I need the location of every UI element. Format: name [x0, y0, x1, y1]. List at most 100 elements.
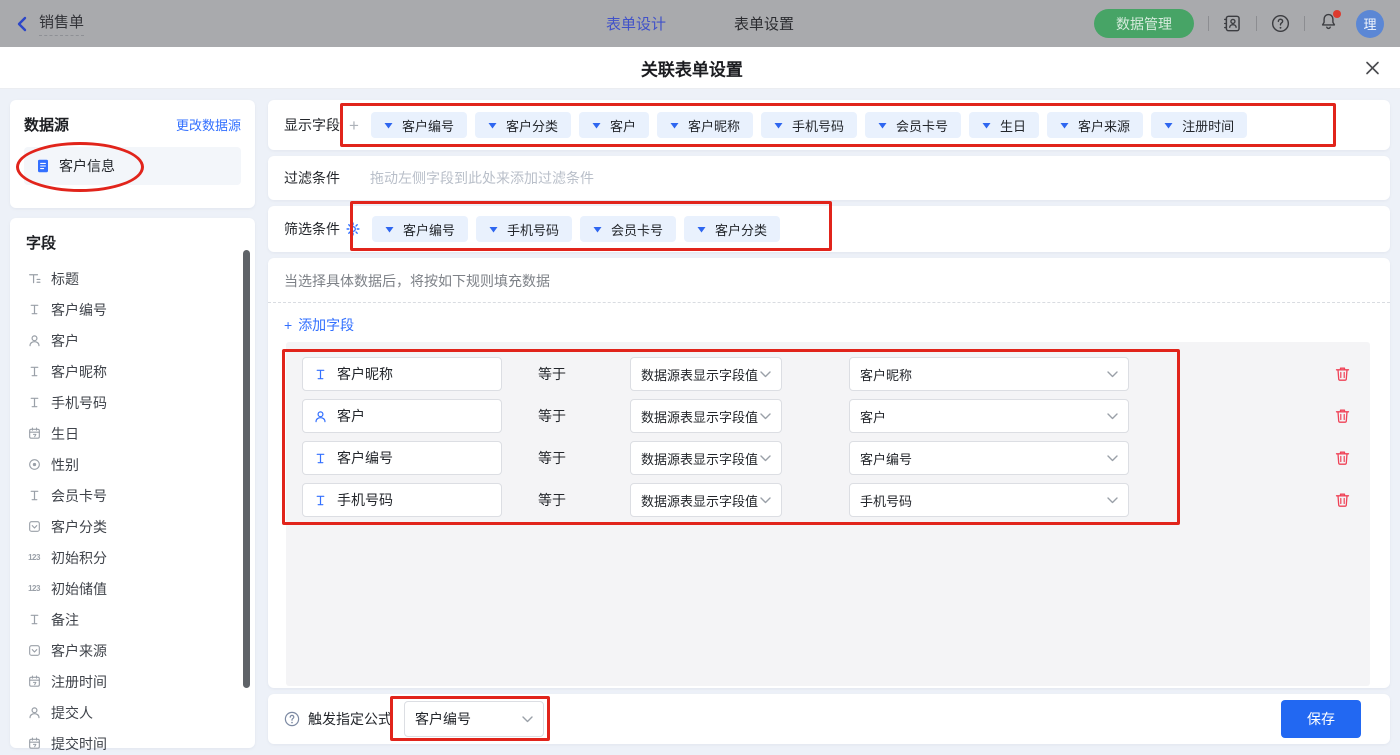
field-chip[interactable]: 客户昵称: [657, 112, 753, 138]
rule-value-select[interactable]: 手机号码: [849, 483, 1129, 517]
trash-icon[interactable]: [1335, 408, 1350, 424]
chip-label: 会员卡号: [896, 116, 948, 135]
chip-label: 客户编号: [403, 220, 455, 239]
save-button[interactable]: 保存: [1281, 700, 1361, 738]
rule-operator: 等于: [538, 364, 570, 384]
rule-field-label: 客户编号: [337, 448, 393, 468]
field-chip[interactable]: 注册时间: [1151, 112, 1247, 138]
trash-icon[interactable]: [1335, 492, 1350, 508]
chevron-down-icon: [1107, 413, 1118, 420]
rule-target-field[interactable]: 手机号码: [302, 483, 502, 517]
chip-label: 客户来源: [1078, 116, 1130, 135]
field-chip[interactable]: 客户: [579, 112, 649, 138]
field-chip[interactable]: 客户编号: [371, 112, 467, 138]
filter-drop-placeholder[interactable]: 拖动左侧字段到此处来添加过滤条件: [370, 168, 594, 188]
field-chip[interactable]: 手机号码: [476, 216, 572, 242]
fill-rule-row: 手机号码 等于 数据源表显示字段值 手机号码: [302, 483, 1370, 517]
field-chip[interactable]: 客户分类: [684, 216, 780, 242]
rule-value-select[interactable]: 客户: [849, 399, 1129, 433]
field-chip[interactable]: 生日: [969, 112, 1039, 138]
field-type-icon: [26, 644, 42, 657]
sidebar-field-item[interactable]: 提交时间: [10, 728, 255, 755]
modal-header: 关联表单设置: [0, 47, 1400, 89]
fill-rule-row: 客户 等于 数据源表显示字段值 客户: [302, 399, 1370, 433]
chevron-down-icon: [760, 497, 771, 504]
rule-source-value: 数据源表显示字段值: [641, 407, 758, 426]
rule-source-select[interactable]: 数据源表显示字段值: [630, 441, 782, 475]
form-title[interactable]: 销售单: [39, 11, 84, 36]
field-label: 提交人: [51, 703, 93, 723]
add-display-field-button[interactable]: +: [349, 117, 359, 134]
change-datasource-link[interactable]: 更改数据源: [176, 115, 241, 134]
field-chip[interactable]: 客户分类: [475, 112, 571, 138]
back-button[interactable]: 销售单: [16, 11, 84, 36]
rule-source-select[interactable]: 数据源表显示字段值: [630, 399, 782, 433]
sidebar-field-item[interactable]: 生日: [10, 418, 255, 449]
triangle-down-icon: [489, 226, 498, 233]
field-chip[interactable]: 客户来源: [1047, 112, 1143, 138]
sidebar-field-item[interactable]: 标题: [10, 263, 255, 294]
topbar-tabs: 表单设计 表单设置: [606, 0, 794, 47]
rule-source-select[interactable]: 数据源表显示字段值: [630, 483, 782, 517]
field-type-icon: [26, 303, 42, 316]
chevron-down-icon: [1107, 497, 1118, 504]
tab-form-design[interactable]: 表单设计: [606, 13, 666, 34]
field-chip[interactable]: 手机号码: [761, 112, 857, 138]
user-avatar[interactable]: 理: [1356, 10, 1384, 38]
sidebar-field-item[interactable]: 注册时间: [10, 666, 255, 697]
field-type-icon: [26, 613, 42, 626]
field-type-icon: 123: [26, 553, 42, 562]
scrollbar-thumb[interactable]: [243, 250, 250, 688]
sidebar-field-item[interactable]: 会员卡号: [10, 480, 255, 511]
triangle-down-icon: [670, 122, 679, 129]
sidebar-field-item[interactable]: 客户分类: [10, 511, 255, 542]
sidebar-field-item[interactable]: 备注: [10, 604, 255, 635]
field-type-icon: 123: [26, 584, 42, 593]
field-type-icon: [313, 452, 328, 465]
contacts-icon[interactable]: [1223, 14, 1242, 33]
rule-value-select[interactable]: 客户编号: [849, 441, 1129, 475]
field-type-icon: [26, 272, 42, 285]
tab-form-settings[interactable]: 表单设置: [734, 13, 794, 34]
topbar: 销售单 表单设计 表单设置 数据管理 理: [0, 0, 1400, 47]
data-manage-button[interactable]: 数据管理: [1094, 9, 1194, 38]
notification-bell-icon[interactable]: [1319, 12, 1338, 36]
add-field-link[interactable]: + 添加字段: [284, 315, 354, 335]
field-type-icon: [26, 520, 42, 533]
close-icon[interactable]: [1365, 60, 1380, 75]
rule-target-field[interactable]: 客户: [302, 399, 502, 433]
gear-icon[interactable]: [346, 222, 360, 236]
chip-label: 客户分类: [506, 116, 558, 135]
sidebar-field-item[interactable]: 123 初始储值: [10, 573, 255, 604]
trash-icon[interactable]: [1335, 450, 1350, 466]
field-label: 手机号码: [51, 393, 107, 413]
display-fields-row: 显示字段 + 客户编号 客户分类 客户 客户昵称 手机号码 会员卡号 生日 客户…: [268, 100, 1390, 150]
help-icon[interactable]: [1271, 14, 1290, 33]
sidebar-field-item[interactable]: 性别: [10, 449, 255, 480]
related-form-settings-page: 销售单 表单设计 表单设置 数据管理 理 关联表单设置 数据源 更改数据源: [0, 0, 1400, 755]
sidebar-field-item[interactable]: 客户: [10, 325, 255, 356]
rule-target-field[interactable]: 客户昵称: [302, 357, 502, 391]
field-chip[interactable]: 会员卡号: [580, 216, 676, 242]
sidebar-field-item[interactable]: 客户编号: [10, 294, 255, 325]
question-icon[interactable]: [284, 711, 300, 727]
rule-value-text: 客户编号: [860, 449, 912, 468]
rule-source-select[interactable]: 数据源表显示字段值: [630, 357, 782, 391]
field-type-icon: [26, 489, 42, 502]
sidebar-field-item[interactable]: 客户来源: [10, 635, 255, 666]
selected-datasource[interactable]: 客户信息: [24, 147, 241, 185]
sidebar-field-item[interactable]: 客户昵称: [10, 356, 255, 387]
modal-title: 关联表单设置: [641, 55, 743, 80]
sidebar-field-item[interactable]: 123 初始积分: [10, 542, 255, 573]
sidebar-field-item[interactable]: 手机号码: [10, 387, 255, 418]
rule-target-field[interactable]: 客户编号: [302, 441, 502, 475]
field-chip[interactable]: 客户编号: [372, 216, 468, 242]
rule-value-select[interactable]: 客户昵称: [849, 357, 1129, 391]
rule-operator: 等于: [538, 490, 570, 510]
trash-icon[interactable]: [1335, 366, 1350, 382]
rule-value-text: 手机号码: [860, 491, 912, 510]
triangle-down-icon: [774, 122, 783, 129]
field-chip[interactable]: 会员卡号: [865, 112, 961, 138]
sidebar-field-item[interactable]: 提交人: [10, 697, 255, 728]
trigger-formula-select[interactable]: 客户编号: [404, 701, 544, 737]
